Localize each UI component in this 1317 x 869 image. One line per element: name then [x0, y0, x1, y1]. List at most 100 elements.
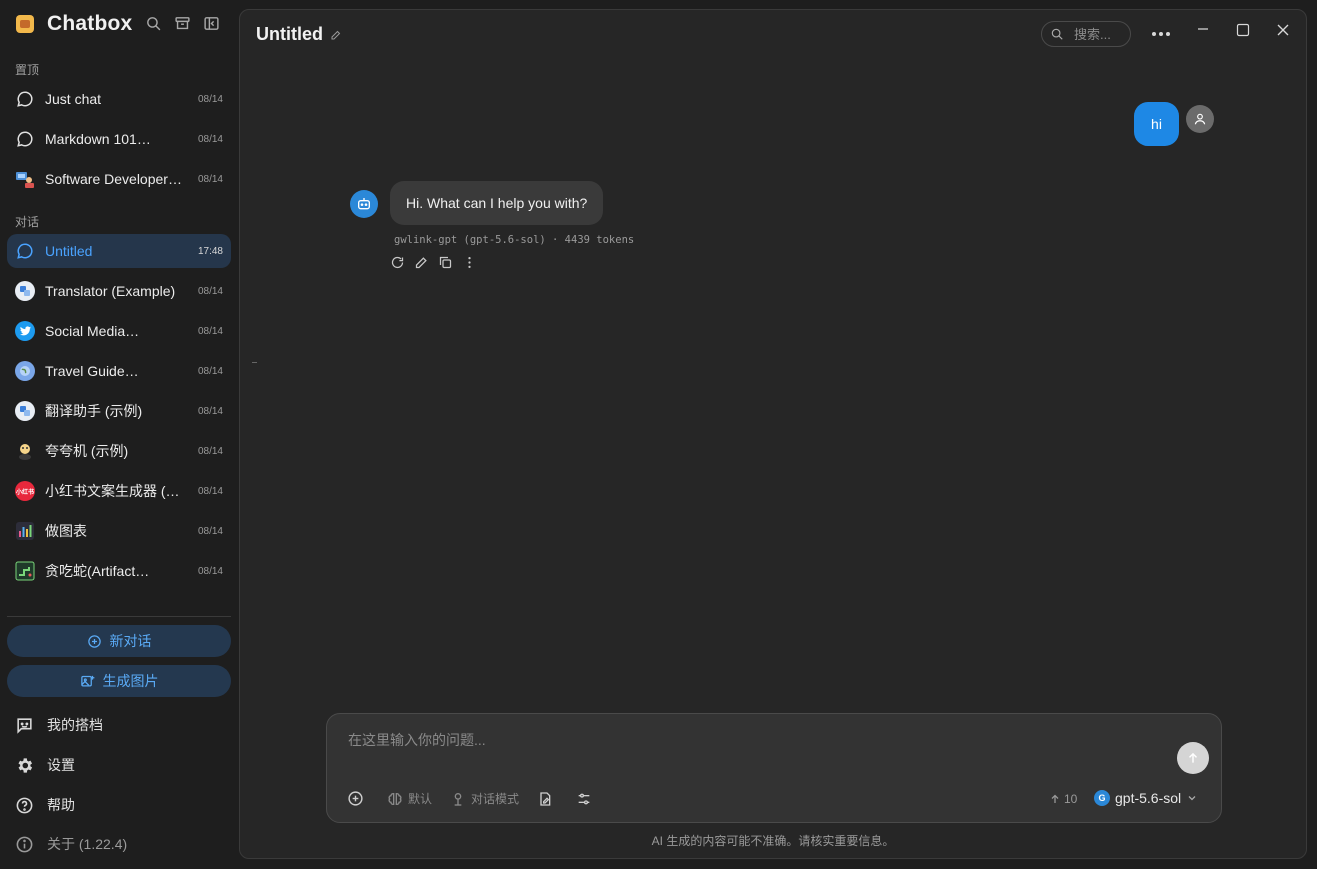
gear-icon [18, 757, 33, 773]
search-field[interactable] [1041, 21, 1131, 47]
session-title: 贪吃蛇(Artifact… [45, 563, 150, 579]
scroll-marker [252, 362, 257, 363]
image-plus-icon [80, 675, 94, 686]
composer-toolbar: 默认 对话模式 [347, 790, 615, 807]
chevron-down-icon [1188, 796, 1196, 801]
sidebar: Chatbox 置顶 Just chat 08/14 Markdown 101…… [0, 0, 238, 869]
settings-sliders-button[interactable] [576, 791, 597, 807]
cheer-avatar-icon [15, 441, 35, 461]
session-title: Untitled [45, 243, 93, 259]
sidebar-divider [7, 616, 231, 617]
session-date: 08/14 [197, 173, 223, 185]
session-item-software-developer[interactable]: Software Developer… 08/14 [7, 162, 231, 196]
collapse-sidebar-icon[interactable] [203, 15, 220, 32]
more-options-icon[interactable] [1150, 24, 1172, 44]
attach-button[interactable] [347, 790, 369, 807]
session-title: Software Developer… [45, 171, 182, 187]
session-date: 08/14 [197, 485, 223, 497]
arrow-up-icon [1188, 752, 1198, 763]
session-item-make-chart[interactable]: 做图表 08/14 [7, 514, 231, 548]
partner-chat-icon [17, 717, 32, 734]
session-title: 做图表 [45, 523, 87, 539]
session-date: 08/14 [197, 93, 223, 105]
archive-icon[interactable] [174, 15, 191, 32]
search-icon [1051, 28, 1063, 40]
chat-bubble-icon [15, 89, 35, 109]
bar-chart-avatar-icon [15, 521, 35, 541]
session-item-praise-bot[interactable]: 夸夸机 (示例) 08/14 [7, 434, 231, 468]
sidebar-tools [145, 15, 220, 32]
brain-icon [388, 792, 402, 805]
new-chat-label: 新对话 [109, 633, 152, 649]
message-input[interactable] [346, 728, 1170, 760]
plus-circle-icon [87, 634, 101, 648]
message-more-icon[interactable] [462, 255, 477, 270]
session-date: 08/14 [197, 133, 223, 145]
help-link[interactable]: 帮助 [15, 795, 75, 815]
message-composer: 默认 对话模式 10 G gpt-5.6-sol [326, 713, 1222, 823]
mode-robot-icon [454, 792, 462, 806]
translator-avatar-icon [15, 281, 35, 301]
my-partners-label: 我的搭档 [47, 717, 103, 733]
search-input[interactable] [1072, 25, 1128, 43]
chat-bubble-icon [15, 241, 35, 261]
minimize-icon[interactable] [1196, 22, 1210, 36]
chat-mode-button[interactable]: 对话模式 [450, 790, 519, 807]
session-item-travel-guide[interactable]: Travel Guide… 08/14 [7, 354, 231, 388]
session-title: Social Media… [45, 323, 140, 339]
regenerate-icon[interactable] [390, 255, 405, 270]
conversations-section-label: 对话 [15, 215, 40, 229]
session-item-social-media[interactable]: Social Media… 08/14 [7, 314, 231, 348]
generate-image-button[interactable]: 生成图片 [7, 665, 231, 697]
session-title: Just chat [45, 91, 102, 107]
session-title: Markdown 101… [45, 131, 151, 147]
context-count-button[interactable]: 10 [1049, 792, 1077, 806]
session-date: 08/14 [197, 285, 223, 297]
pencil-icon[interactable] [330, 29, 342, 41]
globe-avatar-icon [15, 361, 35, 381]
brand: Chatbox [16, 12, 132, 36]
model-name: gpt-5.6-sol [1115, 790, 1182, 806]
sliders-icon [578, 793, 590, 804]
session-item-untitled[interactable]: Untitled 17:48 [7, 234, 231, 268]
plus-circle-icon [348, 791, 363, 806]
my-partners-link[interactable]: 我的搭档 [15, 715, 103, 735]
info-circle-icon [16, 836, 33, 852]
robot-avatar-icon [350, 190, 378, 218]
default-label: 默认 [408, 792, 433, 806]
search-icon[interactable] [145, 15, 162, 32]
about-label: 关于 (1.22.4) [47, 836, 128, 852]
assistant-message-bubble: Hi. What can I help you with? [390, 181, 604, 225]
new-chat-button[interactable]: 新对话 [7, 625, 231, 657]
settings-link[interactable]: 设置 [15, 755, 75, 775]
chat-title: Untitled [256, 24, 323, 44]
session-item-snake-game[interactable]: 贪吃蛇(Artifact… 08/14 [7, 554, 231, 588]
snake-game-avatar-icon [15, 561, 35, 581]
session-item-markdown[interactable]: Markdown 101… 08/14 [7, 122, 231, 156]
document-edit-icon [540, 791, 551, 806]
model-selector[interactable]: G gpt-5.6-sol [1094, 790, 1198, 806]
edit-message-icon[interactable] [414, 255, 429, 270]
session-title: 小红书文案生成器 (… [45, 483, 180, 499]
about-link[interactable]: 关于 (1.22.4) [15, 834, 127, 854]
message-actions [390, 255, 477, 270]
user-avatar-icon [1186, 105, 1214, 133]
chat-panel: Untitled hi Hi. What can I help you with… [239, 9, 1307, 859]
model-provider-badge: G [1094, 790, 1110, 806]
settings-label: 设置 [47, 757, 75, 773]
session-item-just-chat[interactable]: Just chat 08/14 [7, 82, 231, 116]
copy-icon[interactable] [438, 255, 453, 270]
session-item-translation-assistant[interactable]: 翻译助手 (示例) 08/14 [7, 394, 231, 428]
generate-image-label: 生成图片 [102, 673, 159, 689]
session-item-translator[interactable]: Translator (Example) 08/14 [7, 274, 231, 308]
close-icon[interactable] [1276, 23, 1290, 37]
session-item-xiaohongshu[interactable]: 小红书 小红书文案生成器 (… 08/14 [7, 474, 231, 508]
maximize-icon[interactable] [1236, 23, 1250, 37]
twitter-bird-icon [15, 321, 35, 341]
file-button[interactable] [537, 791, 558, 807]
session-date: 17:48 [197, 245, 223, 257]
send-button[interactable] [1177, 742, 1209, 774]
knowledge-default-button[interactable]: 默认 [387, 790, 432, 807]
session-title: Travel Guide… [45, 363, 139, 379]
xiaohongshu-avatar-icon: 小红书 [15, 481, 35, 501]
